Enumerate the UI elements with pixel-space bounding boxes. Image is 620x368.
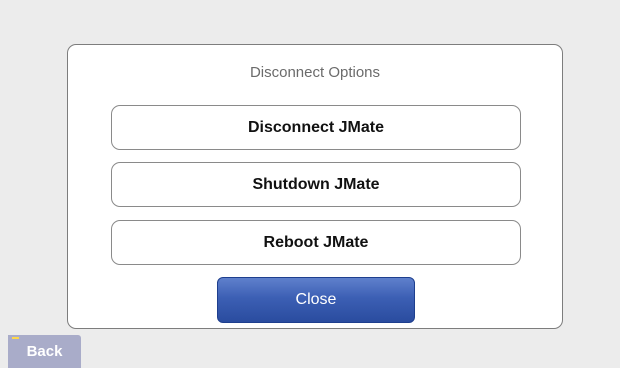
dialog-title: Disconnect Options [249, 64, 381, 81]
reboot-jmate-button[interactable]: Reboot JMate [111, 220, 521, 265]
back-button[interactable]: Back [8, 335, 81, 368]
back-button-label: Back [26, 343, 63, 360]
close-button[interactable]: Close [217, 277, 415, 323]
disconnect-options-dialog: Disconnect Options Disconnect JMate Shut… [67, 44, 563, 329]
disconnect-jmate-button[interactable]: Disconnect JMate [111, 105, 521, 150]
back-indicator-icon [12, 337, 19, 339]
shutdown-jmate-button[interactable]: Shutdown JMate [111, 162, 521, 207]
